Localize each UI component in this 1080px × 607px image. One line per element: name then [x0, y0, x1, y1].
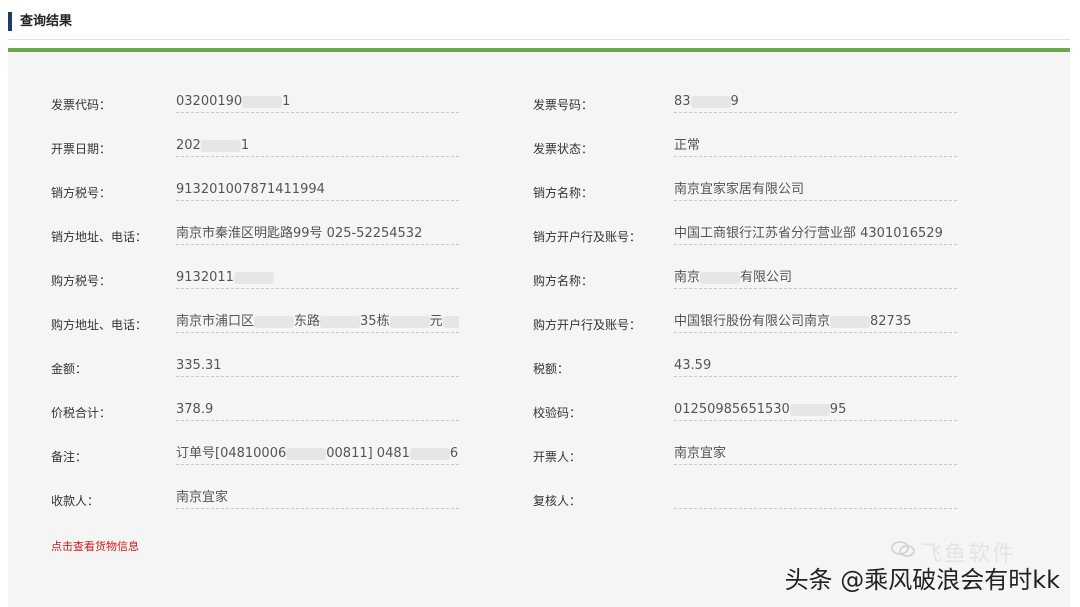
redacted-blur	[389, 315, 430, 328]
seller-bank-value: 中国工商银行江苏省分行营业部 4301016529	[674, 224, 957, 245]
redacted-blur	[789, 403, 830, 416]
buyer-address-value: 南京市浦口区东路35栋元15	[176, 312, 459, 333]
buyer-address-label: 购方地址、电话：	[51, 318, 148, 332]
invoice-code-label: 发票代码：	[51, 98, 112, 112]
invoice-date-label: 开票日期：	[51, 142, 112, 156]
redacted-blur	[286, 447, 327, 460]
invoice-status-label: 发票状态：	[533, 142, 594, 156]
payee-value: 南京宜家	[176, 488, 459, 509]
amount-value: 335.31	[176, 356, 459, 377]
page-title: 查询结果	[20, 14, 73, 29]
seller-address-label: 销方地址、电话：	[51, 230, 148, 244]
redacted-blur	[409, 447, 450, 460]
header: 查询结果	[0, 0, 1080, 44]
seller-address-value: 南京市秦淮区明匙路99号 025-52254532	[176, 224, 459, 245]
buyer-name-label: 购方名称：	[533, 274, 594, 288]
buyer-bank-label: 购方开户行及账号：	[533, 318, 642, 332]
issuer-value: 南京宜家	[674, 444, 957, 465]
redacted-blur	[320, 315, 361, 328]
result-panel: 发票代码： 03200190 1 开票日期： 202 1 销方税号： 9132010…	[8, 52, 1070, 607]
total-value: 378.9	[176, 400, 459, 421]
buyer-name-value: 南京 有限公司	[674, 268, 957, 289]
invoice-number-label: 发票号码：	[533, 98, 594, 112]
invoice-date-value: 202 1	[176, 136, 459, 157]
header-divider	[8, 39, 1070, 40]
seller-tax-id-label: 销方税号：	[51, 186, 112, 200]
amount-label: 金额：	[51, 362, 88, 376]
seller-name-label: 销方名称：	[533, 186, 594, 200]
redacted-blur	[830, 315, 871, 328]
seller-tax-id-value: 913201007871411994	[176, 180, 459, 201]
reviewer-value	[674, 488, 957, 509]
reviewer-label: 复核人：	[533, 494, 582, 508]
redacted-blur	[700, 271, 741, 284]
buyer-bank-value: 中国银行股份有限公司南京 82735	[674, 312, 957, 333]
check-code-label: 校验码：	[533, 406, 582, 420]
buyer-tax-id-label: 购方税号：	[51, 274, 112, 288]
check-code-value: 01250985651530 95	[674, 400, 957, 421]
total-label: 价税合计：	[51, 406, 112, 420]
remark-value: 订单号[0481000600811] 0481602	[176, 444, 459, 465]
seller-bank-label: 销方开户行及账号：	[533, 230, 642, 244]
issuer-label: 开票人：	[533, 450, 582, 464]
title-accent-bar	[8, 12, 12, 31]
seller-name-value: 南京宜家家居有限公司	[674, 180, 957, 201]
invoice-status-value: 正常	[674, 136, 957, 157]
redacted-blur	[233, 271, 274, 284]
buyer-tax-id-value: 9132011	[176, 268, 459, 289]
payee-label: 收款人：	[51, 494, 100, 508]
watermark-text: 头条 @乘风破浪会有时kk	[784, 566, 1060, 594]
tax-value: 43.59	[674, 356, 957, 377]
invoice-number-value: 83 9	[674, 92, 957, 113]
tax-label: 税额：	[533, 362, 570, 376]
remark-label: 备注：	[51, 450, 88, 464]
invoice-code-value: 03200190 1	[176, 92, 459, 113]
redacted-blur	[242, 95, 283, 108]
redacted-blur	[254, 315, 295, 328]
redacted-blur	[442, 315, 459, 328]
redacted-blur	[690, 95, 731, 108]
view-goods-link[interactable]: 点击查看货物信息	[51, 538, 139, 554]
chat-bubble-icon	[891, 541, 915, 557]
redacted-blur	[200, 139, 241, 152]
